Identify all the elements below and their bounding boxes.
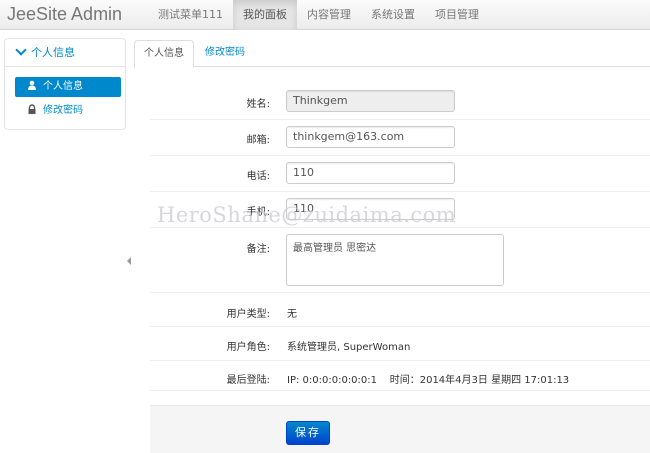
sidebar-item-password[interactable]: 修改密码 <box>15 101 121 121</box>
email-label: 邮箱: <box>246 135 270 146</box>
mobile-label: 手机: <box>246 207 270 218</box>
brand-logo[interactable]: JeeSite Admin <box>7 4 122 25</box>
main-nav: 测试菜单111 我的面板 内容管理 系统设置 项目管理 <box>148 0 489 30</box>
usertype-label: 用户类型: <box>226 309 270 320</box>
sidebar: 个人信息 个人信息 修改密码 <box>4 38 126 130</box>
collapse-left-icon[interactable] <box>127 257 131 265</box>
nav-item-content[interactable]: 内容管理 <box>297 0 361 30</box>
usertype-value: 无 <box>287 309 297 320</box>
sidebar-header[interactable]: 个人信息 <box>5 39 125 67</box>
remarks-textarea[interactable]: 最高管理员 思密达 <box>286 234 504 286</box>
email-field[interactable]: thinkgem@163.com <box>286 126 455 148</box>
lastlogin-value: IP: 0:0:0:0:0:0:0:1 时间：2014年4月3日 星期四 17:… <box>287 375 570 386</box>
save-button[interactable]: 保存 <box>286 421 330 445</box>
chevron-down-icon <box>15 44 27 56</box>
roles-label: 用户角色: <box>226 342 270 353</box>
top-navbar: JeeSite Admin 测试菜单111 我的面板 内容管理 系统设置 项目管… <box>0 0 650 30</box>
sidebar-item-label: 个人信息 <box>43 81 83 92</box>
name-label: 姓名: <box>246 99 270 110</box>
user-icon <box>28 80 36 90</box>
phone-field[interactable]: 110 <box>286 162 455 184</box>
phone-label: 电话: <box>246 171 270 182</box>
nav-item-project[interactable]: 项目管理 <box>425 0 489 30</box>
form-actions <box>150 405 650 453</box>
mobile-field[interactable]: 110 <box>286 198 455 220</box>
lastlogin-label: 最后登陆: <box>226 375 270 386</box>
sidebar-header-label: 个人信息 <box>31 46 75 59</box>
sidebar-item-profile[interactable]: 个人信息 <box>15 77 121 97</box>
roles-value: 系统管理员, SuperWoman <box>287 342 411 353</box>
nav-item-my-panel[interactable]: 我的面板 <box>233 0 297 30</box>
nav-item-test-menu[interactable]: 测试菜单111 <box>148 0 233 30</box>
tab-change-password[interactable]: 修改密码 <box>196 40 254 68</box>
tab-profile[interactable]: 个人信息 <box>134 40 194 68</box>
sidebar-item-label: 修改密码 <box>43 105 83 116</box>
name-field[interactable]: Thinkgem <box>286 90 455 112</box>
tab-bar: 个人信息 修改密码 <box>134 38 650 68</box>
lock-icon <box>28 104 36 114</box>
remarks-label: 备注: <box>246 244 270 255</box>
nav-item-system[interactable]: 系统设置 <box>361 0 425 30</box>
